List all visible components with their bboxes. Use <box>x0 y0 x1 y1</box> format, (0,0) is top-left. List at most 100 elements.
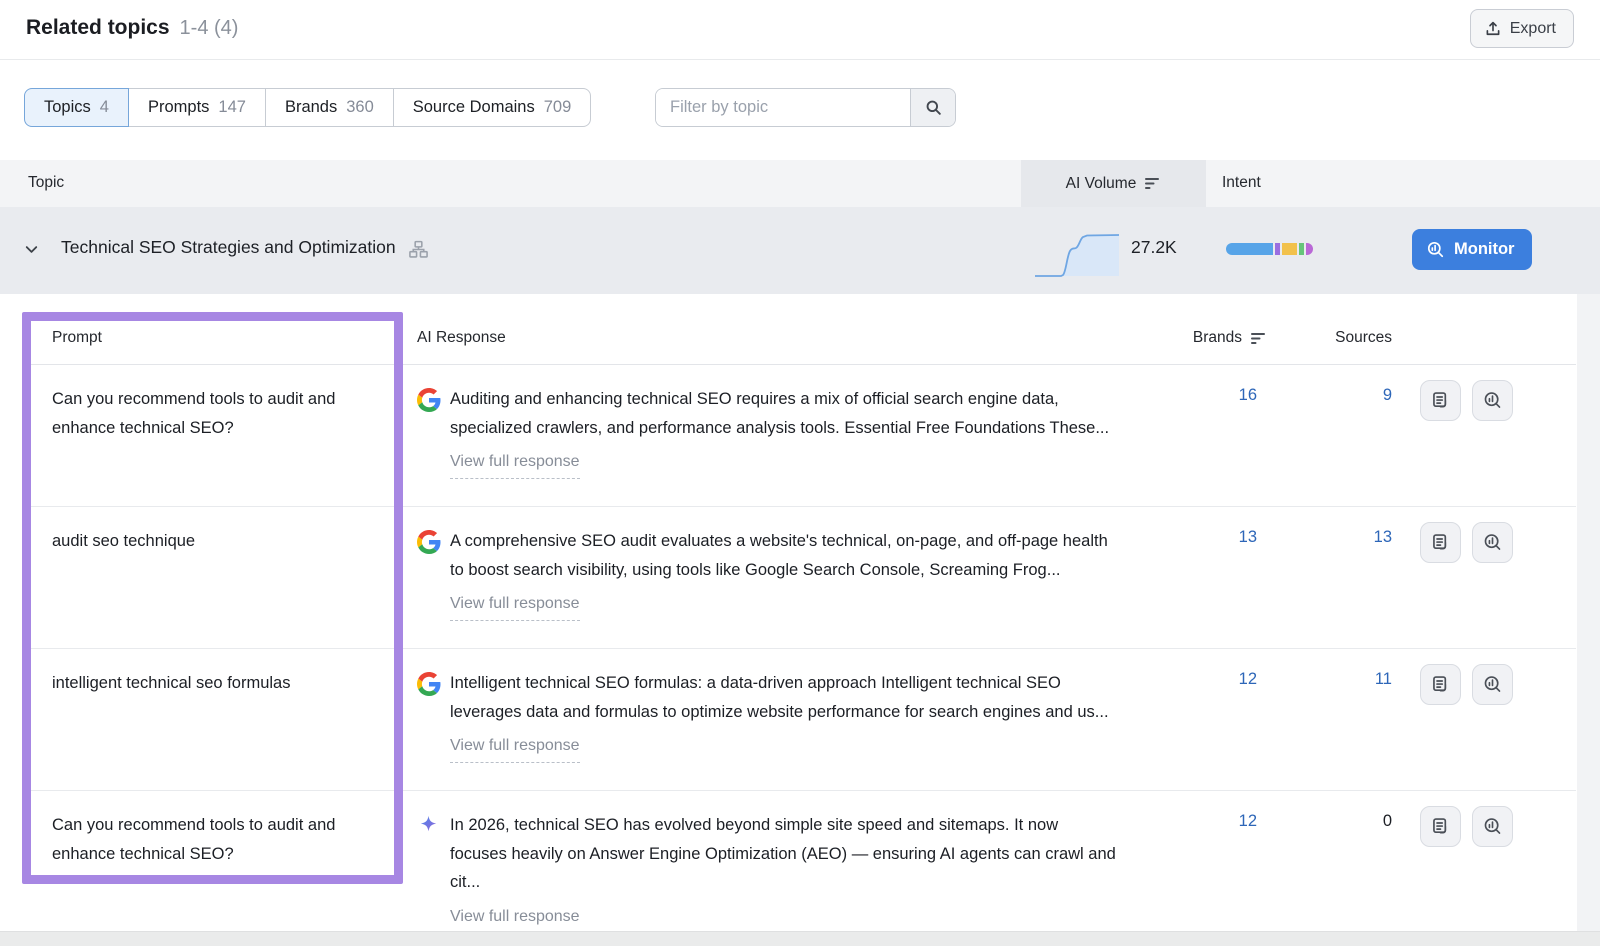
page-title: Related topics 1-4 (4) <box>26 16 238 40</box>
row-actions <box>1420 806 1513 847</box>
tab-topics-count: 4 <box>100 98 109 117</box>
response-doc-icon <box>1430 674 1451 695</box>
analyze-magnifier-button[interactable] <box>1472 380 1513 421</box>
tab-source-domains[interactable]: Source Domains 709 <box>394 88 592 127</box>
vertical-scrollbar[interactable] <box>1577 294 1600 932</box>
view-response-button[interactable] <box>1420 522 1461 563</box>
tab-prompts-label: Prompts <box>148 98 209 117</box>
response-doc-icon <box>1430 532 1451 553</box>
magnifier-chart-icon <box>1482 816 1503 837</box>
monitor-magnifier-icon <box>1426 240 1445 259</box>
intent-segment <box>1306 243 1313 255</box>
sources-count-link[interactable]: 13 <box>1300 528 1392 547</box>
row-actions <box>1420 380 1513 421</box>
tab-prompts-count: 147 <box>218 98 246 117</box>
filter-input[interactable] <box>656 89 910 126</box>
intent-segment <box>1226 243 1273 255</box>
tab-prompts[interactable]: Prompts 147 <box>129 88 266 127</box>
export-label: Export <box>1510 20 1556 38</box>
magnifier-chart-icon <box>1482 390 1503 411</box>
related-topics-page: Related topics 1-4 (4) Export Topics 4 Pr… <box>0 0 1600 946</box>
ai-response-text: A comprehensive SEO audit evaluates a we… <box>450 532 1108 579</box>
tab-topics-label: Topics <box>44 98 91 117</box>
sort-desc-icon <box>1145 177 1161 190</box>
prompt-row: intelligent technical seo formulas Intel… <box>22 649 1576 791</box>
prompt-text: audit seo technique <box>52 527 384 556</box>
tab-topics[interactable]: Topics 4 <box>24 88 129 127</box>
sort-desc-icon <box>1251 332 1267 345</box>
prompt-table-header: Prompt AI Response Brands Sources <box>22 312 1576 365</box>
google-icon <box>417 530 441 559</box>
column-brands[interactable]: Brands <box>1152 329 1267 347</box>
ai-response: In 2026, technical SEO has evolved beyon… <box>450 811 1118 933</box>
column-topic: Topic <box>28 174 64 192</box>
page-header: Related topics 1-4 (4) Export <box>0 0 1600 59</box>
column-intent[interactable]: Intent <box>1222 174 1261 192</box>
view-response-button[interactable] <box>1420 380 1461 421</box>
magnifier-chart-icon <box>1482 674 1503 695</box>
prompt-row: Can you recommend tools to audit and enh… <box>22 791 1576 931</box>
row-actions <box>1420 522 1513 563</box>
response-doc-icon <box>1430 390 1451 411</box>
bottom-edge-strip <box>0 931 1600 946</box>
column-ai-volume-label: AI Volume <box>1066 175 1137 193</box>
tab-brands-count: 360 <box>346 98 374 117</box>
sources-count-link[interactable]: 9 <box>1300 386 1392 405</box>
page-title-text: Related topics <box>26 16 170 39</box>
tab-brands-label: Brands <box>285 98 337 117</box>
google-icon <box>417 672 441 701</box>
column-ai-volume[interactable]: AI Volume <box>1021 160 1206 207</box>
prompt-row: Can you recommend tools to audit and enh… <box>22 365 1576 507</box>
column-sources: Sources <box>1307 329 1392 347</box>
view-response-button[interactable] <box>1420 806 1461 847</box>
response-doc-icon <box>1430 816 1451 837</box>
export-icon <box>1484 20 1502 38</box>
column-prompt: Prompt <box>52 329 102 347</box>
analyze-magnifier-button[interactable] <box>1472 806 1513 847</box>
entity-tabs: Topics 4 Prompts 147 Brands 360 Source D… <box>24 88 591 127</box>
monitor-label: Monitor <box>1454 240 1514 259</box>
view-full-response-link[interactable]: View full response <box>450 590 580 621</box>
analyze-magnifier-button[interactable] <box>1472 664 1513 705</box>
result-range: 1-4 (4) <box>180 17 239 39</box>
ai-response-text: Auditing and enhancing technical SEO req… <box>450 390 1109 437</box>
view-full-response-link[interactable]: View full response <box>450 448 580 479</box>
header-divider <box>0 59 1600 60</box>
ai-response-text: In 2026, technical SEO has evolved beyon… <box>450 816 1116 891</box>
ai-volume-value: 27.2K <box>1131 237 1177 258</box>
topic-filter <box>655 88 956 127</box>
tab-source-domains-count: 709 <box>544 98 572 117</box>
brands-count-link[interactable]: 12 <box>1172 812 1257 831</box>
topic-name: Technical SEO Strategies and Optimizatio… <box>61 237 396 258</box>
tab-brands[interactable]: Brands 360 <box>266 88 394 127</box>
magnifier-chart-icon <box>1482 532 1503 553</box>
ai-response: A comprehensive SEO audit evaluates a we… <box>450 527 1118 621</box>
view-full-response-link[interactable]: View full response <box>450 732 580 763</box>
tab-source-domains-label: Source Domains <box>413 98 535 117</box>
brands-count-link[interactable]: 16 <box>1172 386 1257 405</box>
sitemap-icon[interactable] <box>408 239 429 265</box>
intent-segment <box>1299 243 1304 255</box>
sources-count: 0 <box>1300 812 1392 831</box>
topic-row[interactable]: Technical SEO Strategies and Optimizatio… <box>0 207 1600 294</box>
intent-segment <box>1282 243 1297 255</box>
export-button[interactable]: Export <box>1470 9 1574 48</box>
column-brands-label: Brands <box>1193 329 1242 347</box>
sources-count-link[interactable]: 11 <box>1300 670 1392 689</box>
ai-response: Auditing and enhancing technical SEO req… <box>450 385 1118 479</box>
intent-segment <box>1275 243 1280 255</box>
search-icon <box>924 98 943 117</box>
prompt-text: Can you recommend tools to audit and enh… <box>52 385 384 443</box>
view-full-response-link[interactable]: View full response <box>450 903 580 934</box>
brands-count-link[interactable]: 13 <box>1172 528 1257 547</box>
intent-bar <box>1226 243 1313 255</box>
brands-count-link[interactable]: 12 <box>1172 670 1257 689</box>
view-response-button[interactable] <box>1420 664 1461 705</box>
prompt-text: Can you recommend tools to audit and enh… <box>52 811 384 869</box>
prompt-text: intelligent technical seo formulas <box>52 669 384 698</box>
chevron-down-icon[interactable] <box>22 240 41 264</box>
prompt-row: audit seo technique A comprehensive SEO … <box>22 507 1576 649</box>
filter-search-button[interactable] <box>910 89 955 126</box>
analyze-magnifier-button[interactable] <box>1472 522 1513 563</box>
monitor-button[interactable]: Monitor <box>1412 229 1532 270</box>
